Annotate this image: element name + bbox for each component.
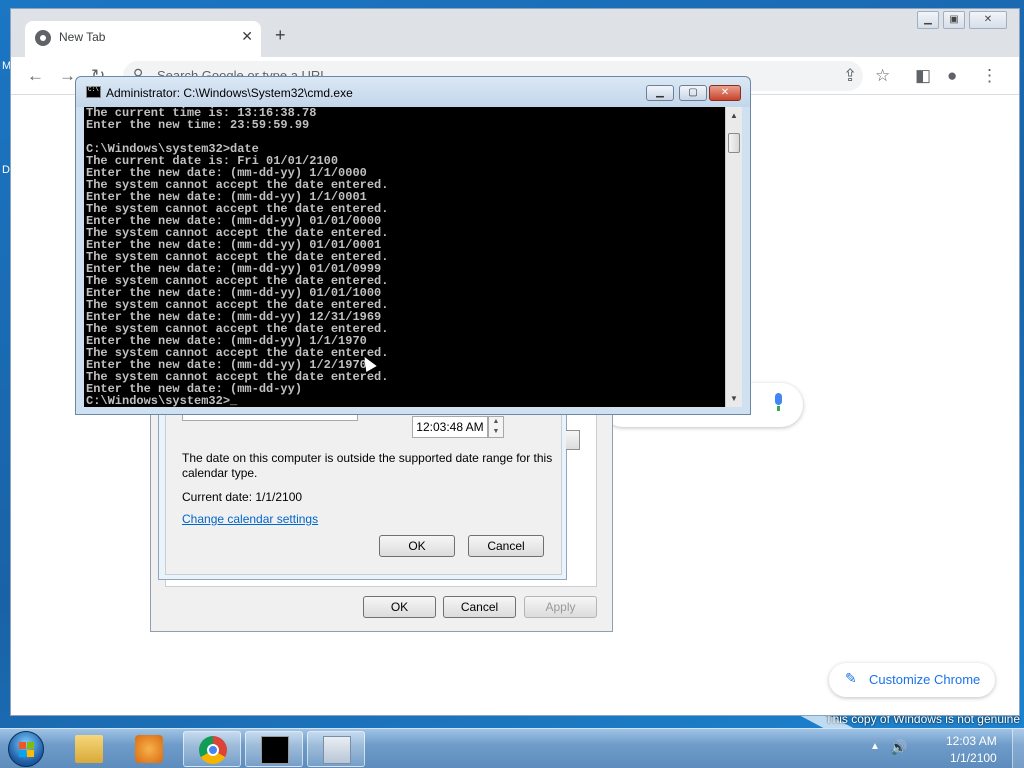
forward-arrow-icon[interactable]: →: [59, 66, 76, 86]
customize-chrome-label: Customize Chrome: [869, 672, 981, 687]
microphone-icon[interactable]: [773, 393, 783, 411]
scroll-up-icon[interactable]: ▲: [726, 107, 742, 124]
cmd-maximize-button[interactable]: ▢: [679, 85, 707, 101]
taskbar-cmd[interactable]: [245, 731, 303, 767]
taskbar-explorer[interactable]: [60, 731, 118, 767]
windows-logo-icon: [19, 742, 35, 758]
cmd-icon: [86, 86, 101, 98]
bookmark-star-icon[interactable]: ☆: [875, 66, 890, 86]
settings-cancel-button[interactable]: Cancel: [468, 535, 544, 557]
cmd-close-button[interactable]: ✕: [709, 85, 741, 101]
side-panel-icon[interactable]: ◧: [915, 66, 931, 86]
back-arrow-icon[interactable]: ←: [27, 66, 44, 86]
media-player-icon: [135, 735, 163, 763]
taskbar-media-player[interactable]: [120, 731, 178, 767]
cmd-prompt-icon: [261, 736, 289, 764]
close-tab-icon[interactable]: ✕: [241, 28, 253, 45]
chrome-icon: [199, 736, 227, 764]
customize-chrome-button[interactable]: ✎ Customize Chrome: [829, 663, 995, 697]
properties-apply-button: Apply: [524, 596, 597, 618]
close-window-button[interactable]: ✕: [969, 11, 1007, 29]
volume-icon[interactable]: 🔊: [890, 739, 907, 756]
current-date-label: Current date: 1/1/2100: [182, 490, 303, 504]
clock-time[interactable]: 12:03 AM: [946, 734, 997, 748]
date-time-settings-body: 12:03:48 AM ▲ ▼ The date on this compute…: [165, 405, 562, 575]
taskbar-date-time[interactable]: [307, 731, 365, 767]
tab-new-tab[interactable]: New Tab ✕: [25, 21, 261, 57]
folder-icon: [75, 735, 103, 763]
start-button[interactable]: [8, 731, 44, 767]
chrome-favicon-icon: [35, 30, 51, 46]
maximize-button[interactable]: ▣: [943, 11, 965, 29]
time-input[interactable]: 12:03:48 AM: [412, 416, 488, 438]
taskbar: ▲ 🔊 12:03 AM 1/1/2100: [0, 728, 1024, 768]
console-scrollbar[interactable]: ▲ ▼: [725, 107, 742, 407]
change-calendar-settings-link[interactable]: Change calendar settings: [182, 512, 318, 526]
time-spinner[interactable]: ▲ ▼: [488, 416, 504, 438]
spin-up-icon[interactable]: ▲: [489, 417, 503, 427]
share-icon[interactable]: ⇪: [843, 66, 857, 86]
new-tab-button[interactable]: +: [275, 25, 286, 46]
minimize-button[interactable]: ▁: [917, 11, 939, 29]
cmd-window: Administrator: C:\Windows\System32\cmd.e…: [75, 76, 751, 415]
menu-kebab-icon[interactable]: ⋮: [981, 66, 998, 86]
pencil-icon: ✎: [845, 670, 857, 686]
settings-ok-button[interactable]: OK: [379, 535, 455, 557]
cmd-minimize-button[interactable]: ▁: [646, 85, 674, 101]
date-time-settings-dialog: 12:03:48 AM ▲ ▼ The date on this compute…: [158, 404, 567, 580]
calendar-clock-icon: [323, 736, 351, 764]
properties-cancel-button[interactable]: Cancel: [443, 596, 516, 618]
show-desktop-button[interactable]: [1012, 729, 1024, 768]
cmd-titlebar[interactable]: Administrator: C:\Windows\System32\cmd.e…: [76, 77, 750, 107]
console-line: C:\Windows\system32>_: [86, 394, 238, 407]
scroll-down-icon[interactable]: ▼: [726, 390, 742, 407]
spin-down-icon[interactable]: ▼: [489, 427, 503, 437]
out-of-range-message: The date on this computer is outside the…: [182, 451, 553, 480]
console-line: Enter the new time: 23:59:59.99: [86, 118, 310, 132]
desktop-edge-letter-2: D: [2, 164, 10, 176]
profile-avatar-icon[interactable]: ●: [947, 66, 957, 86]
properties-ok-button[interactable]: OK: [363, 596, 436, 618]
obscured-dialog-button[interactable]: [566, 430, 580, 450]
console-output[interactable]: The current time is: 13:16:38.78 Enter th…: [84, 107, 725, 407]
scroll-thumb[interactable]: [728, 133, 740, 153]
taskbar-chrome[interactable]: [183, 731, 241, 767]
tab-strip: New Tab ✕ + ▁ ▣ ✕: [11, 9, 1019, 57]
cmd-title: Administrator: C:\Windows\System32\cmd.e…: [106, 86, 353, 100]
tab-title: New Tab: [59, 30, 106, 44]
clock-date[interactable]: 1/1/2100: [950, 751, 997, 765]
show-hidden-icons[interactable]: ▲: [870, 741, 880, 752]
